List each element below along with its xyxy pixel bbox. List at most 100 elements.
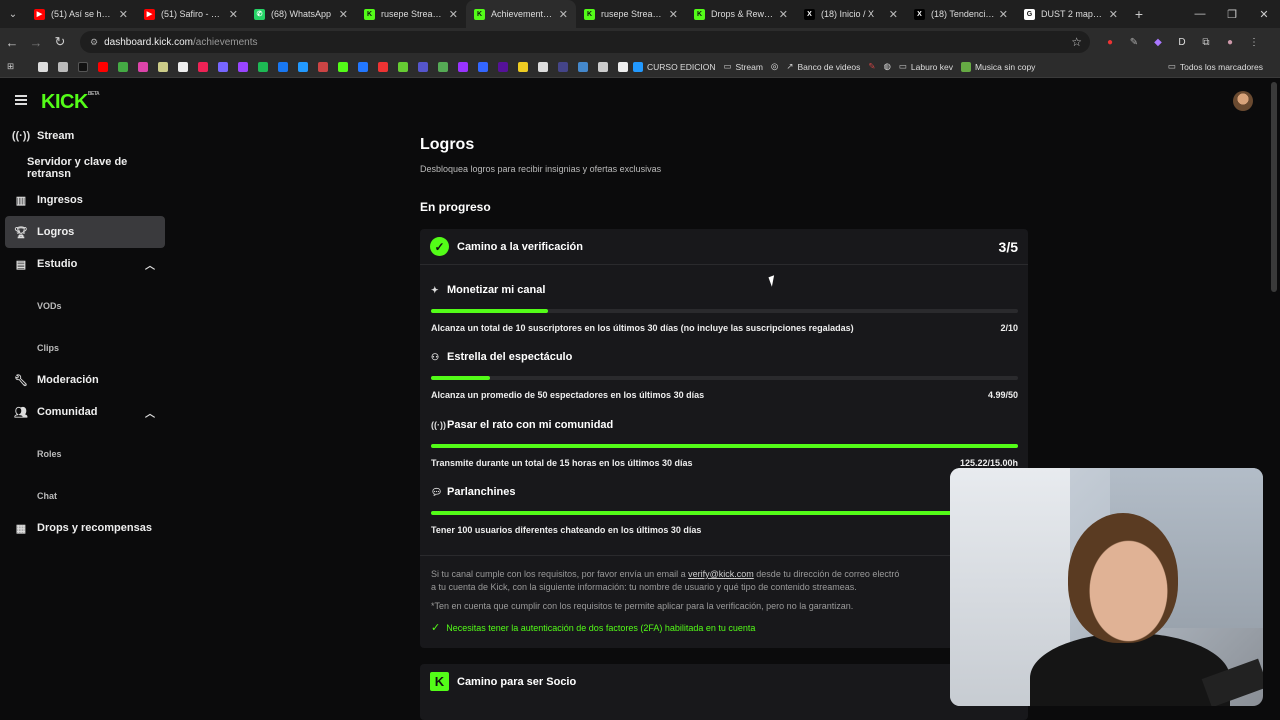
tab-close-icon[interactable]: ✕ — [1109, 8, 1118, 21]
browser-menu-icon[interactable]: ⋮ — [1242, 37, 1266, 48]
bookmark-icon[interactable] — [518, 61, 528, 72]
user-avatar[interactable] — [1233, 91, 1253, 111]
sidebar-item-estudio[interactable]: ▤ Estudio ︿ — [5, 248, 165, 280]
bookmark-icon[interactable] — [618, 61, 628, 72]
bookmark-icon[interactable] — [218, 61, 228, 72]
tab-close-icon[interactable]: ✕ — [999, 8, 1008, 21]
reload-icon[interactable]: ↻ — [48, 34, 72, 50]
sidebar-item-clips[interactable]: Clips — [5, 332, 165, 364]
new-tab-button[interactable]: + — [1126, 6, 1152, 22]
bookmark-icon[interactable] — [258, 61, 268, 72]
tab-close-icon[interactable]: ✕ — [229, 8, 238, 21]
sidebar-item-logros[interactable]: 🏆︎ Logros — [5, 216, 165, 248]
kick-logo[interactable]: KICKBETA — [41, 91, 100, 114]
forward-icon[interactable]: → — [24, 35, 48, 50]
sidebar-item-drops[interactable]: ▦ Drops y recompensas — [5, 512, 165, 544]
extension-icon[interactable]: ✎ — [1122, 37, 1146, 48]
bookmark-curso-edicion[interactable]: CURSO EDICION — [633, 61, 715, 72]
bookmark-icon[interactable] — [498, 61, 508, 72]
extensions-puzzle-icon[interactable]: ⧉ — [1194, 37, 1218, 48]
browser-tab[interactable]: X (18) Inicio / X ✕ — [796, 0, 906, 28]
bookmark-icon[interactable] — [458, 61, 468, 72]
url-field[interactable]: ⚙ dashboard.kick.com/achievements ☆ — [80, 31, 1090, 53]
apps-grid-icon[interactable]: ⊞ — [7, 61, 21, 72]
back-icon[interactable]: ← — [0, 35, 24, 50]
bookmark-icon[interactable] — [78, 61, 88, 72]
browser-tab[interactable]: X (18) Tendencias e ✕ — [906, 0, 1016, 28]
bookmark-icon[interactable] — [138, 61, 148, 72]
browser-tab[interactable]: ▶ (51) Así se hace A ✕ — [26, 0, 136, 28]
extension-icon[interactable]: ◆ — [1146, 37, 1170, 48]
verify-email-link[interactable]: verify@kick.com — [688, 569, 754, 579]
maximize-icon[interactable]: ❐ — [1216, 0, 1248, 28]
tab-close-icon[interactable]: ✕ — [339, 8, 348, 21]
bookmark-icon[interactable] — [178, 61, 188, 72]
bookmark-icon[interactable] — [98, 61, 108, 72]
tab-close-icon[interactable]: ✕ — [119, 8, 128, 21]
tab-close-icon[interactable]: ✕ — [449, 8, 458, 21]
all-bookmarks[interactable]: ▭ Todos los marcadores — [1168, 61, 1263, 72]
bookmark-icon-only[interactable]: ✎ — [868, 61, 875, 72]
profile-avatar-icon[interactable]: ● — [1218, 37, 1242, 48]
bookmark-icon[interactable] — [118, 61, 128, 72]
tab-search-icon[interactable]: ⌄ — [0, 0, 26, 28]
bookmark-stream-folder[interactable]: ▭ Stream — [723, 61, 762, 72]
close-icon[interactable]: ✕ — [1248, 0, 1280, 28]
bookmark-icon-only[interactable]: ◍ — [883, 61, 890, 72]
sidebar-item-stream[interactable]: ((·)) Stream — [5, 120, 165, 152]
bookmark-icon[interactable] — [558, 61, 568, 72]
bookmark-icon-only[interactable]: ◎ — [771, 61, 778, 72]
sidebar-item-vods[interactable]: VODs — [5, 290, 165, 322]
tab-close-icon[interactable]: ✕ — [889, 8, 898, 21]
bookmark-icon[interactable] — [358, 61, 368, 72]
browser-tab[interactable]: K Drops & Rewards ✕ — [686, 0, 796, 28]
browser-tab[interactable]: G DUST 2 mapa ins ✕ — [1016, 0, 1126, 28]
hamburger-menu-icon[interactable] — [15, 95, 27, 105]
bookmark-banco-videos[interactable]: ↗ Banco de videos — [786, 61, 860, 72]
bookmark-icon[interactable] — [438, 61, 448, 72]
sidebar-item-server-key[interactable]: Servidor y clave de retransn — [5, 152, 165, 184]
achievement-card-partner[interactable]: K Camino para ser Socio — [420, 664, 1028, 720]
bookmark-star-icon[interactable]: ☆ — [1071, 35, 1082, 49]
bookmark-icon[interactable] — [238, 61, 248, 72]
bookmark-icon[interactable] — [38, 61, 48, 72]
extension-icon[interactable]: D — [1170, 37, 1194, 48]
sidebar-item-chat[interactable]: Chat — [5, 480, 165, 512]
browser-tab[interactable]: ✆ (68) WhatsApp ✕ — [246, 0, 356, 28]
tab-close-icon[interactable]: ✕ — [559, 8, 568, 21]
bookmark-laburo-kev[interactable]: ▭ Laburo kev — [899, 61, 953, 72]
extension-icon[interactable]: ● — [1098, 37, 1122, 48]
bookmark-icon[interactable] — [578, 61, 588, 72]
bookmark-icon[interactable] — [538, 61, 548, 72]
card-header[interactable]: ✓ Camino a la verificación 3/5 — [420, 229, 1028, 265]
bookmark-icon[interactable] — [278, 61, 288, 72]
bookmark-icon[interactable] — [198, 61, 208, 72]
sidebar-item-moderacion[interactable]: 🔧︎ Moderación — [5, 364, 165, 396]
browser-tab[interactable]: Krusepe Stream - V ✕ — [576, 0, 686, 28]
bookmark-icon[interactable] — [58, 61, 68, 72]
tab-close-icon[interactable]: ✕ — [669, 8, 678, 21]
bookmark-icon[interactable] — [378, 61, 388, 72]
scrollbar-thumb[interactable] — [1271, 82, 1277, 292]
bookmark-icon[interactable] — [418, 61, 428, 72]
bookmark-icon[interactable] — [298, 61, 308, 72]
page-scrollbar[interactable] — [1268, 78, 1280, 720]
sidebar-item-ingresos[interactable]: ▥ Ingresos — [5, 184, 165, 216]
bookmark-icon[interactable] — [398, 61, 408, 72]
bookmark-icon[interactable] — [598, 61, 608, 72]
browser-tab[interactable]: K Achievements - K ✕ — [466, 0, 576, 28]
chevron-up-icon[interactable]: ︿ — [145, 405, 155, 420]
sidebar-item-comunidad[interactable]: 👥︎ Comunidad ︿ — [5, 396, 165, 428]
bookmark-icon[interactable] — [318, 61, 328, 72]
site-info-icon[interactable]: ⚙ — [90, 37, 98, 48]
tab-close-icon[interactable]: ✕ — [779, 8, 788, 21]
browser-tab[interactable]: Krusepe Stream - V ✕ — [356, 0, 466, 28]
bookmark-icon[interactable] — [478, 61, 488, 72]
browser-tab[interactable]: ▶ (51) Safiro - YouTu ✕ — [136, 0, 246, 28]
sidebar-item-roles[interactable]: Roles — [5, 438, 165, 470]
chevron-up-icon[interactable]: ︿ — [145, 257, 155, 272]
minimize-icon[interactable]: — — [1184, 0, 1216, 28]
bookmark-icon[interactable] — [158, 61, 168, 72]
bookmark-icon[interactable] — [338, 61, 348, 72]
bookmark-musica-sin-copy[interactable]: Musica sin copy — [960, 61, 1035, 72]
